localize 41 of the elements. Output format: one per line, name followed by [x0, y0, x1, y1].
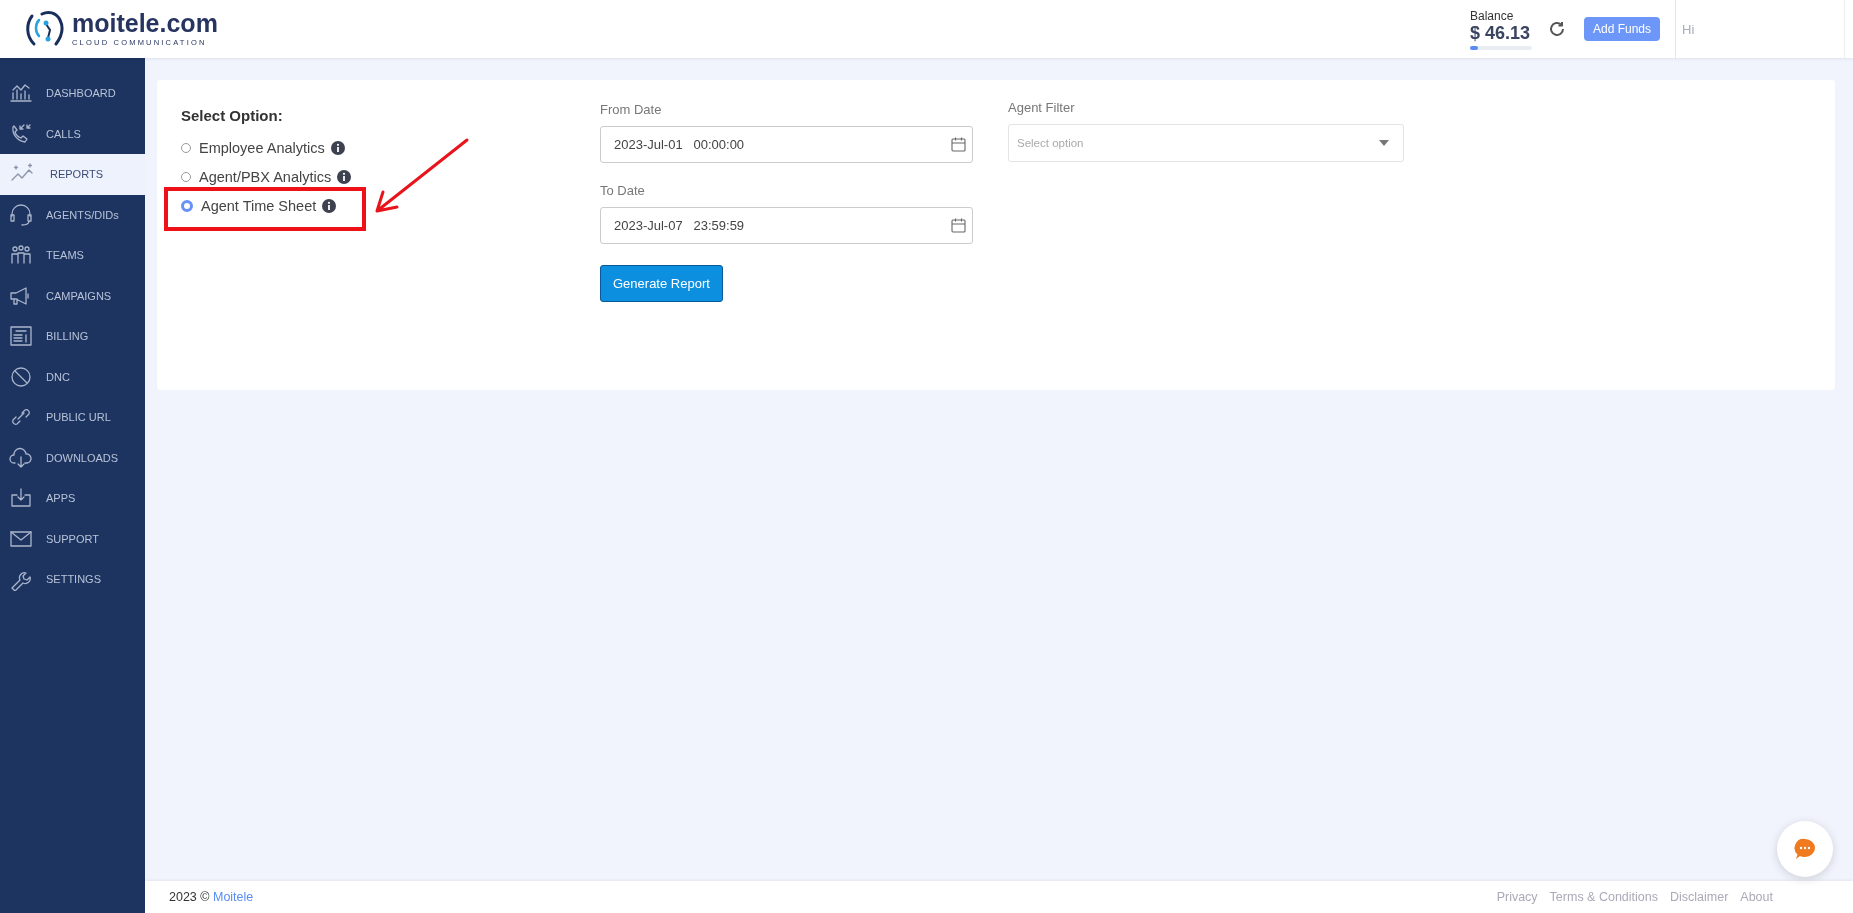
caret-icon: [1379, 140, 1389, 146]
info-icon[interactable]: [322, 198, 337, 213]
nav-icon: [8, 324, 34, 349]
balance-label: Balance: [1469, 8, 1515, 23]
radio-button[interactable]: [181, 199, 193, 212]
nav-icon: [8, 364, 34, 389]
info-icon[interactable]: [330, 140, 345, 155]
sidebar-item[interactable]: APPS: [0, 478, 145, 519]
to-date-label: To Date: [600, 183, 646, 198]
calendar-icon: [951, 218, 966, 233]
sidebar-item[interactable]: CAMPAIGNS: [0, 275, 145, 316]
chat-icon: [1793, 837, 1817, 861]
to-date-field[interactable]: 2023-Jul-07 23:59:59: [600, 207, 973, 244]
option-label: Employee Analytics: [199, 139, 325, 156]
chat-button[interactable]: [1777, 821, 1833, 877]
sidebar-item[interactable]: BILLING: [0, 316, 145, 357]
option-label: Agent/PBX Analytics: [199, 168, 332, 185]
sidebar-item[interactable]: CALLS: [0, 113, 145, 154]
copyright-text: 2023 © Moitele: [169, 890, 254, 904]
refresh-icon[interactable]: [1547, 20, 1566, 38]
select-option-heading: Select Option:: [181, 107, 284, 124]
from-date-label: From Date: [600, 102, 663, 117]
brand-name: moitele.com: [72, 11, 218, 36]
sidebar-item[interactable]: REPORTS: [0, 154, 145, 195]
sidebar-item[interactable]: PUBLIC URL: [0, 397, 145, 438]
sidebar-item[interactable]: SUPPORT: [0, 518, 145, 559]
agent-filter-label: Agent Filter: [1008, 100, 1076, 115]
nav-icon: [8, 445, 34, 470]
sidebar-item[interactable]: DASHBOARD: [0, 73, 145, 114]
balance-amount: $ 46.13: [1469, 22, 1531, 44]
option-label: Agent Time Sheet: [201, 197, 317, 214]
sidebar-item[interactable]: AGENTS/DIDs: [0, 194, 145, 235]
user-greeting: Hi: [1682, 21, 1695, 37]
nav-icon: [8, 202, 34, 227]
info-icon[interactable]: [337, 169, 352, 184]
sidebar-item[interactable]: DOWNLOADS: [0, 437, 145, 478]
sidebar-item[interactable]: TEAMS: [0, 235, 145, 276]
calendar-icon: [951, 137, 966, 152]
sidebar-item[interactable]: SETTINGS: [0, 559, 145, 600]
sidebar-item[interactable]: DNC: [0, 356, 145, 397]
from-date-field[interactable]: 2023-Jul-01 00:00:00: [600, 126, 973, 163]
